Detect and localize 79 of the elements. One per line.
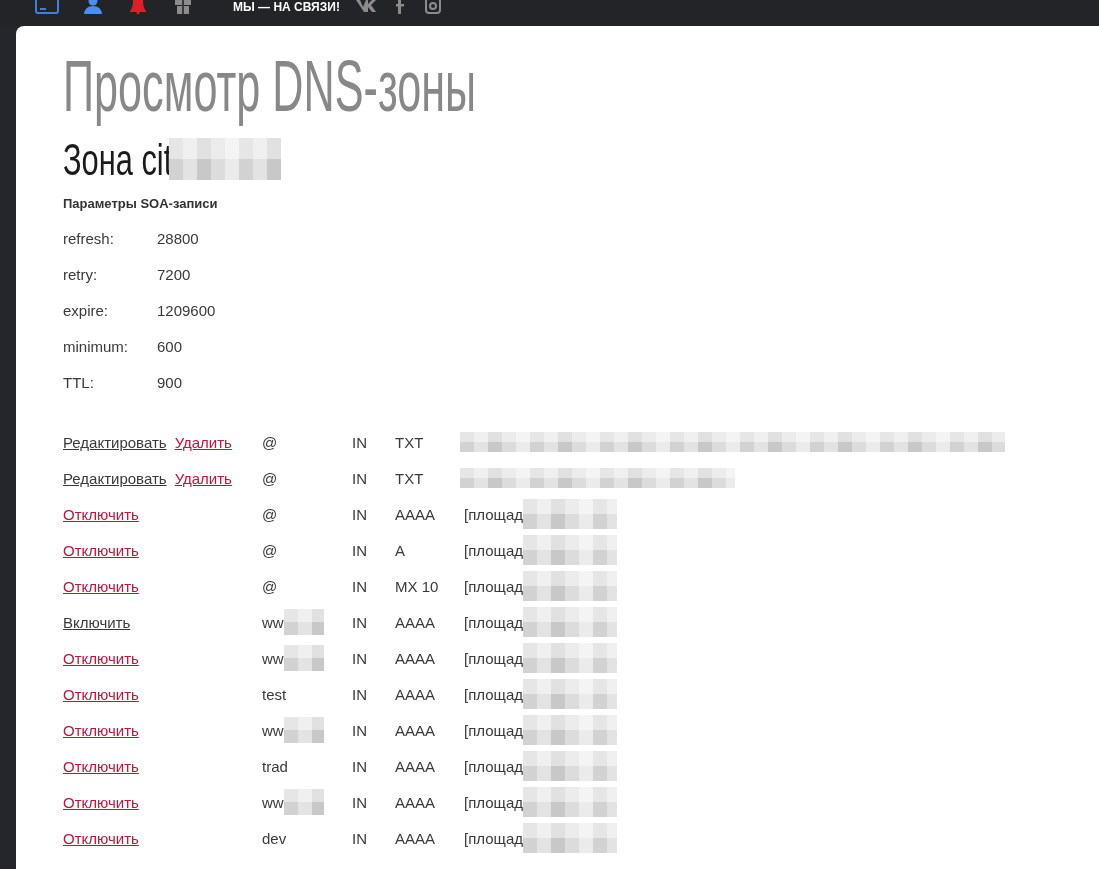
param-label: TTL: — [63, 373, 95, 391]
disable-link[interactable]: Отключить — [63, 829, 139, 847]
slogan-text: МЫ — НА СВЯЗИ! — [233, 0, 340, 14]
record-class: IN — [352, 793, 367, 811]
record-name: @ — [262, 469, 278, 487]
record-class: IN — [352, 541, 367, 559]
record-name: trad — [262, 757, 288, 775]
record-type: AAAA — [395, 757, 436, 775]
record-data: [площад — [464, 685, 523, 703]
vk-icon[interactable] — [355, 0, 376, 12]
param-label: refresh: — [63, 229, 115, 247]
record-class: IN — [352, 721, 367, 739]
record-name: dev — [262, 829, 287, 847]
record-name: ww — [262, 649, 284, 667]
section-heading: Параметры SOA-записи — [63, 195, 218, 213]
record-data: [площад — [464, 721, 523, 739]
record-data: [площад — [464, 649, 523, 667]
camera-icon[interactable] — [424, 0, 441, 14]
record-class: IN — [352, 829, 367, 847]
param-label: retry: — [63, 265, 99, 283]
record-name: ww — [262, 793, 284, 811]
record-type: AAAA — [395, 505, 436, 523]
disable-link[interactable]: Отключить — [63, 793, 139, 811]
record-type: MX 10 — [395, 577, 439, 595]
record-data: [площад — [464, 829, 523, 847]
person-icon[interactable] — [83, 0, 103, 14]
disable-link[interactable]: Отключить — [63, 721, 139, 739]
record-type: AAAA — [395, 829, 436, 847]
record-class: IN — [352, 685, 367, 703]
record-type: AAAA — [395, 793, 436, 811]
disable-link[interactable]: Отключить — [63, 757, 139, 775]
record-class: IN — [352, 433, 367, 451]
record-data: [площад — [464, 613, 523, 631]
disable-link[interactable]: Отключить — [63, 649, 139, 667]
disable-link[interactable]: Отключить — [63, 541, 139, 559]
enable-link[interactable]: Включить — [63, 613, 131, 631]
record-data: [площад — [464, 505, 523, 523]
delete-link[interactable]: Удалить — [174, 433, 232, 451]
record-type: TXT — [395, 433, 424, 451]
record-name: ww — [262, 721, 284, 739]
disable-link[interactable]: Отключить — [63, 577, 139, 595]
gift-icon[interactable] — [173, 0, 193, 14]
record-class: IN — [352, 613, 367, 631]
record-data: [площад — [464, 757, 523, 775]
disable-link[interactable]: Отключить — [63, 505, 139, 523]
record-name: @ — [262, 577, 278, 595]
param-label: expire: — [63, 301, 110, 319]
record-type: AAAA — [395, 685, 436, 703]
card-icon[interactable] — [35, 0, 59, 14]
record-class: IN — [352, 469, 367, 487]
disable-link[interactable]: Отключить — [63, 685, 139, 703]
record-name: @ — [262, 433, 278, 451]
param-value: 900 — [157, 373, 184, 391]
edit-link[interactable]: Редактировать — [63, 469, 167, 487]
delete-link[interactable]: Удалить — [174, 469, 232, 487]
record-class: IN — [352, 577, 367, 595]
record-name: ww — [262, 613, 284, 631]
record-type: TXT — [395, 469, 424, 487]
bell-icon[interactable] — [128, 0, 148, 14]
facebook-icon[interactable] — [394, 0, 405, 14]
param-label: minimum: — [63, 337, 129, 355]
record-type: AAAA — [395, 721, 436, 739]
param-value: 28800 — [157, 229, 200, 247]
record-type: AAAA — [395, 613, 436, 631]
param-value: 7200 — [157, 265, 192, 283]
record-type: AAAA — [395, 649, 436, 667]
record-data: [площад — [464, 541, 523, 559]
record-name: @ — [262, 505, 278, 523]
record-class: IN — [352, 505, 367, 523]
record-class: IN — [352, 649, 367, 667]
record-name: test — [262, 685, 287, 703]
param-value: 600 — [157, 337, 184, 355]
record-name: @ — [262, 541, 278, 559]
record-data: [площад — [464, 793, 523, 811]
edit-link[interactable]: Редактировать — [63, 433, 167, 451]
record-type: A — [395, 541, 405, 559]
record-class: IN — [352, 757, 367, 775]
param-value: 1209600 — [157, 301, 216, 319]
record-data: [площад — [464, 577, 523, 595]
